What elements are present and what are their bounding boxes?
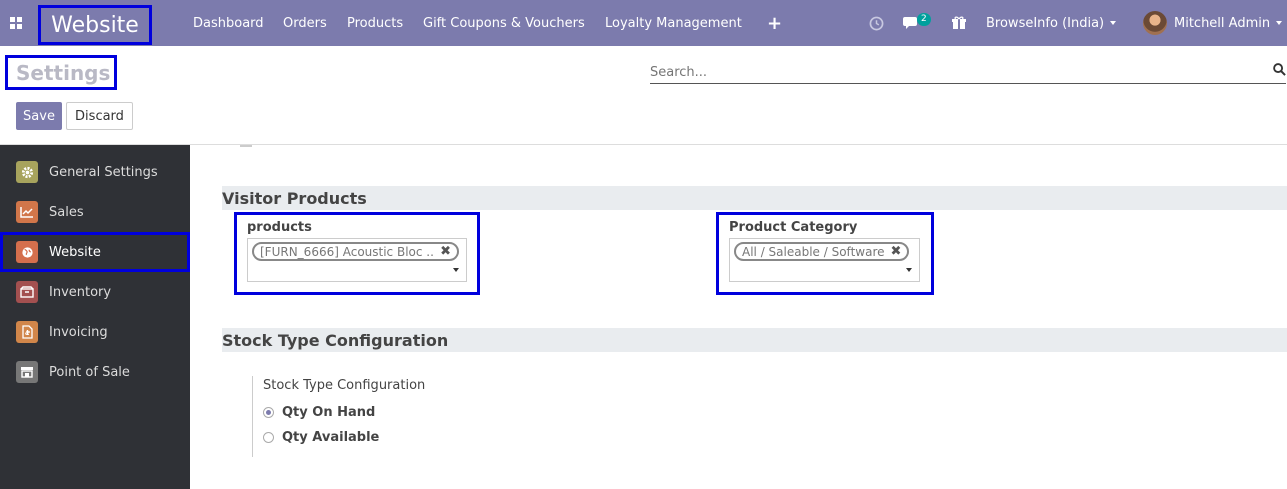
avatar (1143, 11, 1167, 35)
gift-icon[interactable] (952, 0, 966, 46)
dropdown-caret-icon[interactable] (906, 268, 912, 272)
sidebar-item-general-settings[interactable]: General Settings (0, 152, 190, 192)
company-name: BrowseInfo (India) (986, 15, 1105, 31)
sidebar-item-label: Point of Sale (49, 364, 130, 380)
menu-dashboard[interactable]: Dashboard (193, 0, 264, 46)
radio-selected-icon[interactable] (263, 407, 274, 418)
caret-down-icon (1276, 21, 1283, 25)
radio-unselected-icon[interactable] (263, 432, 274, 443)
gear-icon (16, 161, 38, 183)
search-bar (650, 62, 1286, 84)
dropdown-caret-icon[interactable] (453, 268, 459, 272)
setting-divider (252, 376, 253, 457)
activity-clock-icon[interactable] (869, 0, 884, 46)
section-stock-type-configuration: Stock Type Configuration (222, 328, 1287, 352)
control-panel: Settings Save Discard (0, 46, 1287, 145)
search-input[interactable] (650, 62, 1250, 82)
remove-tag-icon[interactable]: ✖ (891, 244, 902, 259)
menu-products[interactable]: Products (347, 0, 403, 46)
save-button[interactable]: Save (16, 102, 62, 130)
category-tag: All / Saleable / Software ✖ (734, 242, 910, 261)
messages-icon[interactable]: 2 (903, 0, 931, 46)
apps-grid-icon[interactable] (10, 0, 24, 46)
product-category-many2many[interactable]: All / Saleable / Software ✖ (729, 238, 920, 282)
radio-label: Qty On Hand (282, 405, 376, 420)
sidebar-item-label: General Settings (49, 164, 158, 180)
box-icon (16, 281, 38, 303)
remove-tag-icon[interactable]: ✖ (440, 244, 451, 259)
company-switcher[interactable]: BrowseInfo (India) (986, 0, 1117, 46)
add-menu-icon[interactable]: + (767, 0, 782, 46)
sidebar-item-label: Inventory (49, 284, 112, 300)
sidebar-item-website[interactable]: Website (0, 232, 190, 272)
shop-icon (16, 361, 38, 383)
sidebar-item-label: Website (49, 244, 101, 260)
radio-qty-available[interactable]: Qty Available (263, 430, 379, 445)
sidebar-item-label: Sales (49, 204, 84, 220)
settings-content: Visitor Products products [FURN_6666] Ac… (190, 145, 1287, 489)
scroll-remnant-divider (240, 145, 252, 147)
menu-gift-coupons[interactable]: Gift Coupons & Vouchers (423, 0, 585, 46)
discard-button[interactable]: Discard (66, 102, 133, 130)
product-tag-label: [FURN_6666] Acoustic Bloc ... (260, 244, 435, 259)
user-name: Mitchell Admin (1174, 15, 1271, 31)
caret-down-icon (1110, 21, 1117, 25)
radio-qty-on-hand[interactable]: Qty On Hand (263, 405, 375, 420)
app-brand[interactable]: Website (38, 5, 152, 45)
chart-icon (16, 201, 38, 223)
messages-badge: 2 (917, 13, 931, 26)
settings-sidebar: General Settings Sales Website Inventory… (0, 145, 190, 489)
top-navbar: Website Dashboard Orders Products Gift C… (0, 0, 1287, 46)
category-tag-label: All / Saleable / Software (742, 244, 885, 259)
section-visitor-products: Visitor Products (222, 186, 1287, 210)
menu-orders[interactable]: Orders (283, 0, 327, 46)
radio-label: Qty Available (282, 430, 380, 445)
search-icon[interactable] (1273, 63, 1286, 80)
products-many2many[interactable]: [FURN_6666] Acoustic Bloc ... ✖ (247, 238, 467, 282)
sidebar-item-sales[interactable]: Sales (0, 192, 190, 232)
globe-icon (16, 241, 38, 263)
sidebar-item-label: Invoicing (49, 324, 108, 340)
sidebar-item-point-of-sale[interactable]: Point of Sale (0, 352, 190, 392)
menu-loyalty-management[interactable]: Loyalty Management (605, 0, 742, 46)
invoice-icon (16, 321, 38, 343)
stock-type-label: Stock Type Configuration (263, 378, 426, 393)
products-label: products (247, 220, 312, 235)
page-title: Settings (5, 55, 117, 90)
user-menu[interactable]: Mitchell Admin (1143, 0, 1283, 46)
sidebar-item-invoicing[interactable]: Invoicing (0, 312, 190, 352)
product-category-label: Product Category (729, 220, 858, 235)
sidebar-item-inventory[interactable]: Inventory (0, 272, 190, 312)
product-tag: [FURN_6666] Acoustic Bloc ... ✖ (252, 242, 459, 261)
